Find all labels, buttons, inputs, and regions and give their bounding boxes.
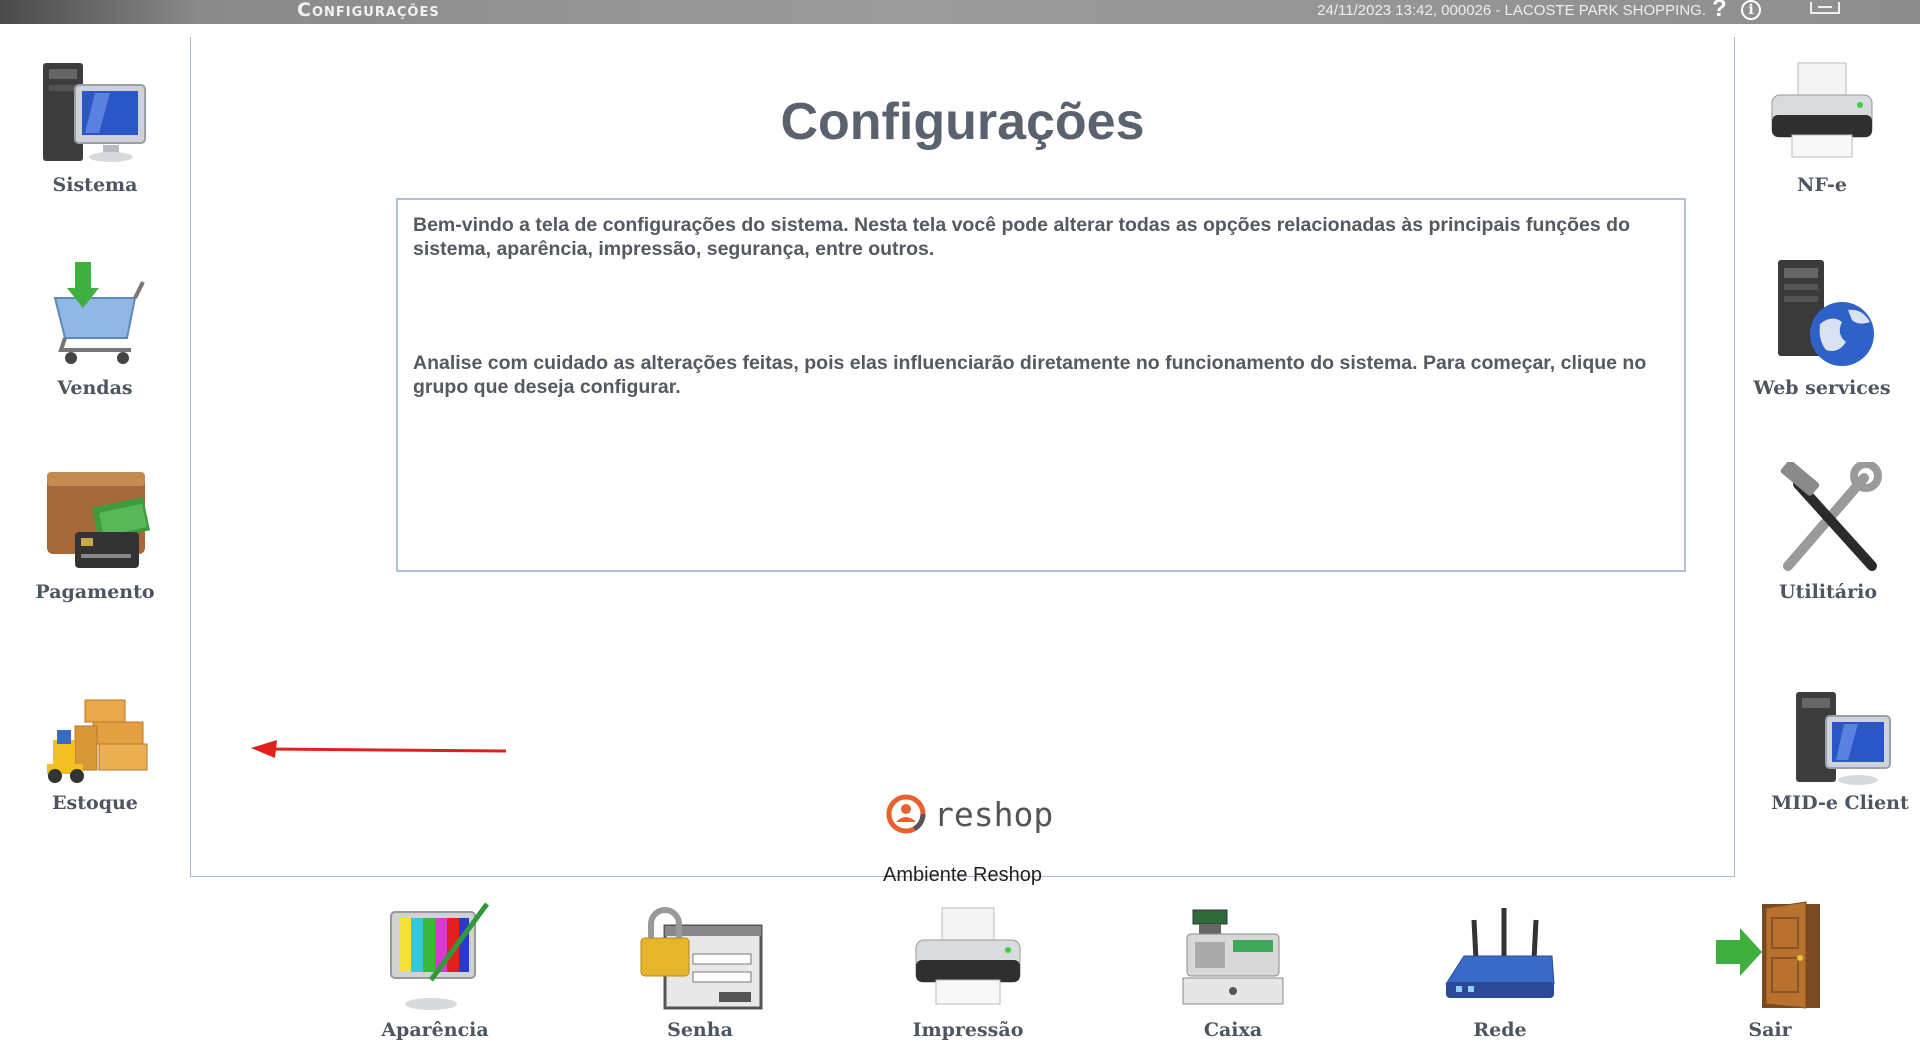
nav-label: Senha (667, 1019, 733, 1041)
computer-icon (1796, 692, 1891, 785)
tools-icon (1780, 462, 1882, 571)
environment-label: Ambiente Reshop (883, 864, 1042, 886)
nav-vendas[interactable]: Vendas (15, 258, 175, 408)
nav-utilitario[interactable]: Utilitário (1748, 462, 1908, 612)
window-title: Configurações (297, 0, 440, 21)
nav-label: Aparência (381, 1019, 489, 1041)
minimize-icon[interactable] (1810, 2, 1840, 14)
nav-estoque[interactable]: Estoque (15, 690, 175, 840)
computer-icon (43, 63, 146, 162)
exit-door-icon (1716, 901, 1820, 1009)
welcome-info-box: Bem-vindo a tela de configurações do sis… (396, 198, 1686, 572)
red-arrow-annotation (251, 740, 507, 758)
nav-label: NF-e (1797, 174, 1847, 196)
main-panel: Configurações Bem-vindo a tela de config… (190, 37, 1735, 886)
welcome-paragraph: Bem-vindo a tela de configurações do sis… (413, 214, 1630, 260)
nav-aparencia[interactable]: Aparência (360, 900, 510, 1041)
nav-label: Sistema (52, 174, 138, 196)
nav-web-services[interactable]: Web services (1742, 258, 1902, 408)
nav-rede[interactable]: Rede (1425, 900, 1575, 1041)
nav-caixa[interactable]: Caixa (1158, 900, 1308, 1041)
title-bar: Configurações 24/11/2023 13:42, 000026 -… (0, 0, 1920, 24)
forklift-boxes-icon (47, 699, 148, 783)
help-icon[interactable]: ? (1712, 0, 1727, 21)
nav-label: MID-e Client (1771, 792, 1909, 814)
nav-label: Rede (1473, 1019, 1527, 1041)
router-icon (1445, 908, 1555, 998)
server-globe-icon (1778, 260, 1874, 366)
info-icon[interactable]: i (1741, 0, 1761, 20)
nav-label: Vendas (57, 377, 133, 399)
printer-icon (1771, 62, 1873, 158)
nav-label: Web services (1753, 377, 1891, 399)
lock-login-icon (640, 907, 763, 1010)
nav-label: Estoque (52, 792, 138, 814)
nav-sair[interactable]: Sair (1695, 900, 1845, 1041)
nav-mid-e-client[interactable]: MID-e Client (1760, 690, 1920, 840)
wallet-icon (47, 472, 150, 568)
page-title: Configurações (780, 93, 1145, 151)
nav-pagamento[interactable]: Pagamento (15, 462, 175, 612)
cash-register-icon (1182, 909, 1284, 1005)
nav-impressao[interactable]: Impressão (893, 900, 1043, 1041)
nav-label: Caixa (1203, 1019, 1263, 1041)
nav-nfe[interactable]: NF-e (1742, 55, 1902, 205)
nav-sistema[interactable]: Sistema (15, 55, 175, 205)
monitor-paint-icon (390, 902, 490, 1010)
nav-label: Impressão (912, 1019, 1024, 1041)
shopping-cart-icon (53, 262, 145, 364)
printer-icon (915, 907, 1021, 1005)
brand-name: reshop (934, 794, 1054, 834)
nav-label: Utilitário (1779, 581, 1877, 603)
reshop-logo: reshop (886, 792, 1053, 836)
warning-paragraph: Analise com cuidado as alterações feitas… (413, 352, 1647, 398)
nav-label: Pagamento (35, 581, 155, 603)
nav-senha[interactable]: Senha (625, 900, 775, 1041)
session-status: 24/11/2023 13:42, 000026 - LACOSTE PARK … (1317, 2, 1706, 19)
nav-label: Sair (1748, 1019, 1792, 1041)
reshop-logo-icon (886, 794, 926, 834)
